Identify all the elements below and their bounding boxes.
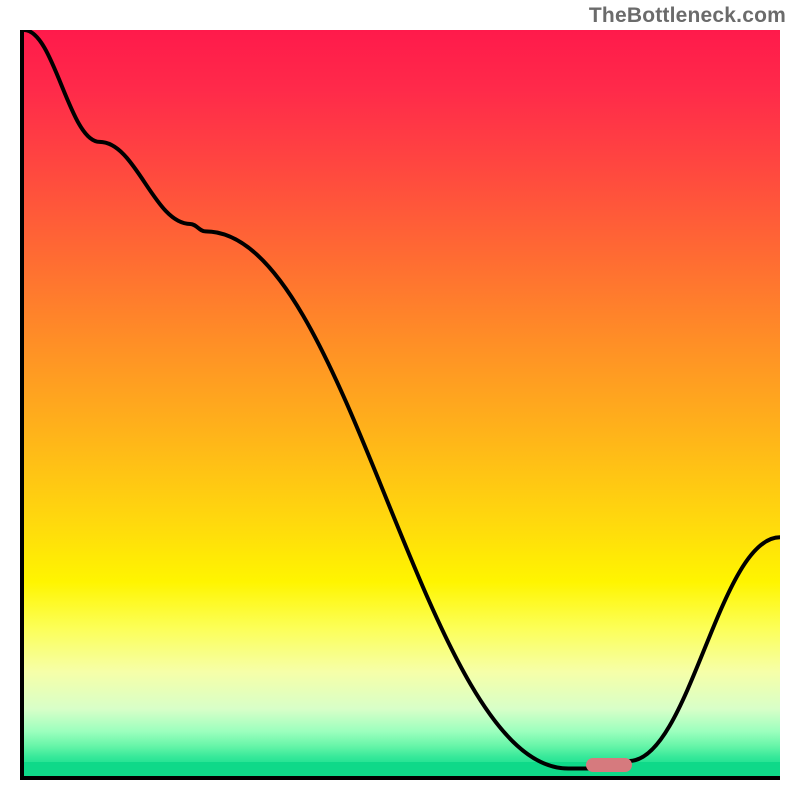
watermark-text: TheBottleneck.com — [589, 4, 786, 28]
plot-area — [20, 30, 780, 780]
chart-container: TheBottleneck.com — [0, 0, 800, 800]
bottleneck-curve — [24, 30, 780, 776]
optimal-point-marker — [586, 758, 632, 772]
